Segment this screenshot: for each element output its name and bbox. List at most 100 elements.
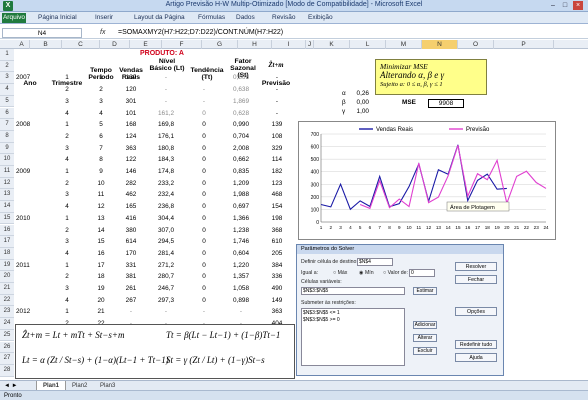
- changing-input[interactable]: $N$3:$N$5: [301, 287, 405, 295]
- row-header[interactable]: 8: [0, 130, 14, 143]
- help-button[interactable]: Ajuda: [455, 353, 497, 362]
- table-cell[interactable]: 11: [86, 191, 116, 198]
- table-cell[interactable]: 0: [186, 191, 222, 198]
- table-cell[interactable]: 2011: [16, 262, 48, 269]
- table-cell[interactable]: -: [146, 86, 186, 93]
- table-cell[interactable]: 0: [186, 297, 222, 304]
- row-header[interactable]: 21: [0, 283, 14, 295]
- estimate-button[interactable]: Estimar: [413, 287, 437, 295]
- row-header[interactable]: 14: [0, 201, 14, 213]
- table-cell[interactable]: 0: [186, 238, 222, 245]
- row-header[interactable]: 22: [0, 294, 14, 307]
- table-cell[interactable]: 0: [186, 285, 222, 292]
- table-cell[interactable]: -: [146, 98, 186, 105]
- row-header[interactable]: 2: [0, 60, 14, 73]
- tab-data[interactable]: Dados: [236, 14, 255, 21]
- column-header-e[interactable]: E: [130, 40, 162, 49]
- row-header[interactable]: 1: [0, 49, 14, 61]
- row-header[interactable]: 6: [0, 107, 14, 120]
- column-header-m[interactable]: M: [386, 40, 422, 49]
- column-header-j[interactable]: J: [306, 40, 314, 49]
- minimize-icon[interactable]: –: [548, 1, 558, 10]
- table-cell[interactable]: 3: [86, 98, 116, 105]
- beta-value[interactable]: 0,00: [335, 99, 369, 106]
- table-cell[interactable]: 3: [48, 191, 86, 198]
- table-cell[interactable]: 0: [186, 133, 222, 140]
- maximize-icon[interactable]: □: [560, 1, 570, 10]
- table-cell[interactable]: -: [222, 308, 260, 315]
- table-cell[interactable]: 2: [48, 86, 86, 93]
- table-cell[interactable]: 1,869: [222, 98, 260, 105]
- min-radio[interactable]: ◉ Mín: [359, 270, 374, 276]
- table-cell[interactable]: 3: [48, 285, 86, 292]
- table-cell[interactable]: 19: [86, 285, 116, 292]
- table-cell[interactable]: 123: [260, 180, 294, 187]
- column-header-l[interactable]: L: [350, 40, 386, 49]
- table-cell[interactable]: 101: [116, 110, 146, 117]
- table-cell[interactable]: 2: [48, 133, 86, 140]
- row-header[interactable]: 27: [0, 353, 14, 365]
- options-button[interactable]: Opções: [455, 307, 497, 316]
- row-header[interactable]: 11: [0, 166, 14, 178]
- column-header-a[interactable]: A: [14, 40, 30, 49]
- column-header-g[interactable]: G: [202, 40, 238, 49]
- table-cell[interactable]: 233,2: [146, 180, 186, 187]
- value-input[interactable]: 0: [409, 269, 435, 277]
- table-cell[interactable]: 490: [260, 285, 294, 292]
- table-cell[interactable]: 10: [86, 180, 116, 187]
- table-cell[interactable]: 15: [86, 238, 116, 245]
- table-cell[interactable]: 8: [86, 156, 116, 163]
- table-cell[interactable]: -: [186, 86, 222, 93]
- table-cell[interactable]: 1: [86, 74, 116, 81]
- row-header[interactable]: 20: [0, 271, 14, 283]
- table-cell[interactable]: 14: [86, 227, 116, 234]
- table-cell[interactable]: 0,835: [222, 168, 260, 175]
- table-cell[interactable]: 1,238: [222, 227, 260, 234]
- table-cell[interactable]: -: [186, 308, 222, 315]
- table-cell[interactable]: 2,008: [222, 145, 260, 152]
- table-cell[interactable]: 0: [186, 262, 222, 269]
- table-cell[interactable]: 4: [48, 110, 86, 117]
- table-cell[interactable]: 1,058: [222, 285, 260, 292]
- table-cell[interactable]: 3: [48, 98, 86, 105]
- table-cell[interactable]: 1,220: [222, 262, 260, 269]
- table-cell[interactable]: 122: [116, 156, 146, 163]
- table-cell[interactable]: 271,2: [146, 262, 186, 269]
- table-cell[interactable]: 1,988: [222, 191, 260, 198]
- table-cell[interactable]: 170: [116, 250, 146, 257]
- table-cell[interactable]: 124: [116, 133, 146, 140]
- table-cell[interactable]: 3: [48, 145, 86, 152]
- column-header-c[interactable]: C: [62, 40, 100, 49]
- row-header[interactable]: 5: [0, 95, 14, 108]
- table-cell[interactable]: 205: [260, 250, 294, 257]
- table-cell[interactable]: -: [260, 98, 294, 105]
- forecast-chart[interactable]: 700 600 500 400 300 200 100 0 1 2 3 4 5 6 7 8 9 10 11 12 13 1…: [298, 121, 556, 240]
- table-cell[interactable]: 2007: [16, 74, 48, 81]
- row-header[interactable]: 13: [0, 189, 14, 202]
- table-cell[interactable]: -: [260, 110, 294, 117]
- table-cell[interactable]: 614: [116, 238, 146, 245]
- row-header[interactable]: 24: [0, 318, 14, 330]
- tab-home[interactable]: Página Inicial: [38, 14, 77, 21]
- table-cell[interactable]: 1,209: [222, 180, 260, 187]
- table-cell[interactable]: 0,604: [222, 250, 260, 257]
- table-cell[interactable]: 468: [260, 191, 294, 198]
- table-cell[interactable]: 184,3: [146, 156, 186, 163]
- row-header[interactable]: 18: [0, 247, 14, 260]
- table-cell[interactable]: 139: [116, 74, 146, 81]
- solve-button[interactable]: Resolver: [455, 262, 497, 271]
- table-cell[interactable]: 198: [260, 215, 294, 222]
- row-header[interactable]: 26: [0, 341, 14, 354]
- table-cell[interactable]: 246,7: [146, 285, 186, 292]
- table-cell[interactable]: 280,7: [146, 273, 186, 280]
- table-cell[interactable]: 282: [116, 180, 146, 187]
- mse-cell[interactable]: 9908: [428, 99, 464, 108]
- table-cell[interactable]: -: [146, 308, 186, 315]
- tab-view[interactable]: Exibição: [308, 14, 333, 21]
- table-cell[interactable]: -: [186, 74, 222, 81]
- column-header-h[interactable]: H: [238, 40, 272, 49]
- table-cell[interactable]: 0: [186, 215, 222, 222]
- tab-formulas[interactable]: Fórmulas: [198, 14, 225, 21]
- table-cell[interactable]: 1: [48, 121, 86, 128]
- table-cell[interactable]: -: [116, 308, 146, 315]
